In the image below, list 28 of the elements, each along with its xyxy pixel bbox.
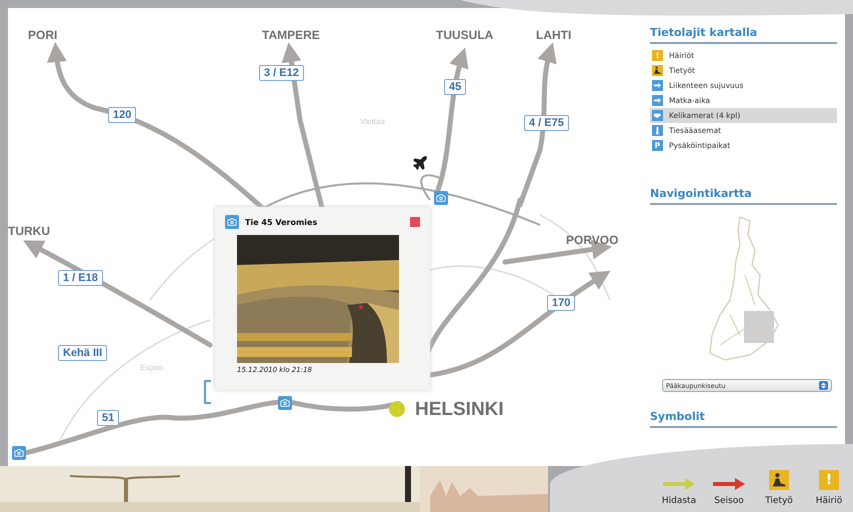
road-number-sign: 3 / E12 <box>259 65 304 81</box>
symbol-label: Tietyö <box>765 496 793 506</box>
camera-icon <box>225 215 239 229</box>
symbol-label: Häiriö <box>816 496 842 506</box>
section-heading: Tietolajit kartalla <box>650 26 837 44</box>
road-number-sign: 45 <box>444 79 466 95</box>
city-dot-icon <box>389 401 405 417</box>
airplane-icon <box>412 155 428 171</box>
city-label: TUUSULA <box>436 28 494 42</box>
stepper-icon <box>819 381 828 390</box>
road-number-sign: 51 <box>97 410 120 426</box>
city-label: TURKU <box>8 224 50 238</box>
road-number-sign: 1 / E18 <box>58 270 103 286</box>
city-label: TAMPERE <box>262 28 320 42</box>
road-number-sign: Kehä III <box>58 345 108 361</box>
road-number-sign: 170 <box>547 295 576 311</box>
section-heading: Navigointikartta <box>650 187 837 205</box>
city-label: PORI <box>28 28 58 42</box>
city-label: LAHTI <box>536 28 572 42</box>
warning-icon: ! <box>819 470 839 490</box>
road-number-sign: 120 <box>108 107 136 123</box>
symbol-label: Seisoo <box>714 496 744 506</box>
city-label: PORVOO <box>566 233 618 247</box>
road-number-sign: 4 / E75 <box>524 115 569 131</box>
section-heading: Symbolit <box>650 410 837 428</box>
city-label: HELSINKI <box>415 399 504 421</box>
popup-title: Tie 45 Veromies <box>245 218 318 226</box>
symbol-label: Hidasta <box>662 496 696 506</box>
